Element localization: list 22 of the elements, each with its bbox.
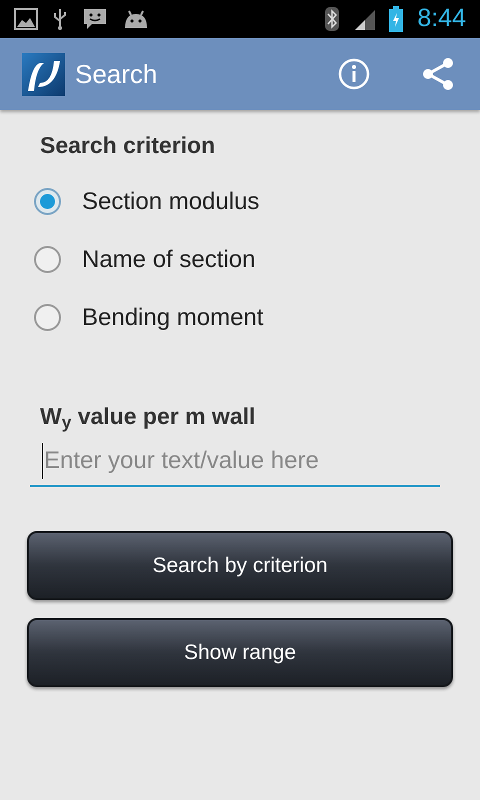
screen-title: Search bbox=[75, 58, 158, 90]
share-icon bbox=[420, 56, 456, 92]
android-icon bbox=[122, 8, 150, 30]
section-heading: Search criterion bbox=[40, 131, 216, 160]
field-label: W$_{y}$ value per m wall bbox=[40, 402, 256, 433]
image-icon bbox=[14, 8, 38, 30]
app-logo-icon bbox=[22, 52, 65, 96]
radio-label: Section modulus bbox=[82, 186, 260, 216]
action-button[interactable]: Search by criterion bbox=[27, 531, 453, 600]
usb-icon bbox=[52, 7, 68, 31]
signal-icon bbox=[353, 8, 376, 30]
radio-button[interactable] bbox=[34, 188, 61, 215]
battery-icon bbox=[389, 6, 404, 32]
radio-button[interactable] bbox=[34, 304, 61, 331]
radio-label: Bending moment bbox=[82, 302, 264, 332]
bluetooth-icon bbox=[325, 7, 340, 31]
clock: 8:44 bbox=[417, 3, 466, 34]
info-icon bbox=[338, 58, 370, 90]
action-button[interactable]: Show range bbox=[27, 618, 453, 687]
radio-label: Name of section bbox=[82, 244, 256, 274]
radio-button[interactable] bbox=[34, 246, 61, 273]
chat-icon bbox=[82, 7, 108, 31]
